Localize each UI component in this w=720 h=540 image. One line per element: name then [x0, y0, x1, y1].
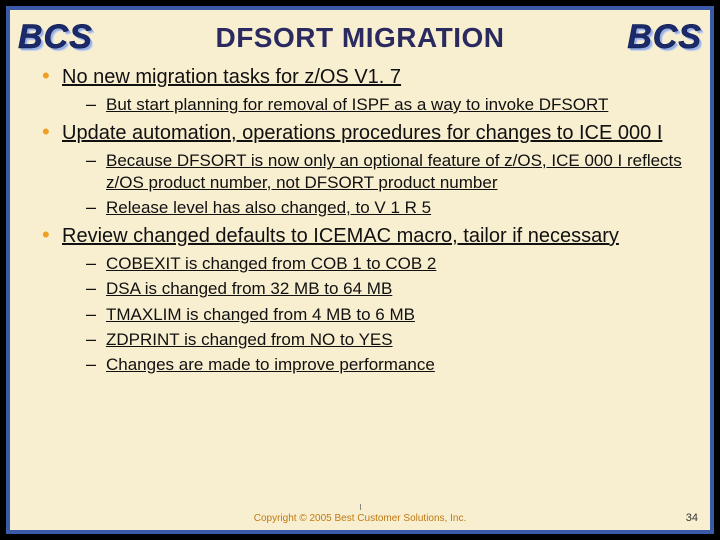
logo-right: BCS: [627, 18, 702, 57]
bullet-text: No new migration tasks for z/OS V1. 7: [62, 65, 401, 90]
bullet-item: Update automation, operations procedures…: [40, 121, 684, 218]
sub-bullet-list: But start planning for removal of ISPF a…: [84, 94, 684, 115]
slide-inner: BCS DFSORT MIGRATION BCS No new migratio…: [12, 12, 708, 528]
bullet-list: No new migration tasks for z/OS V1. 7 Bu…: [40, 65, 684, 375]
copyright-footer: Copyright © 2005 Best Customer Solutions…: [12, 513, 708, 524]
sub-bullet-item: Because DFSORT is now only an optional f…: [84, 150, 684, 193]
slide-title: DFSORT MIGRATION: [93, 22, 627, 54]
bullet-item: No new migration tasks for z/OS V1. 7 Bu…: [40, 65, 684, 115]
slide-frame: BCS DFSORT MIGRATION BCS No new migratio…: [6, 6, 714, 534]
sub-bullet-item: DSA is changed from 32 MB to 64 MB: [84, 278, 684, 299]
footer-tick: [360, 504, 361, 510]
sub-bullet-item: ZDPRINT is changed from NO to YES: [84, 329, 684, 350]
bullet-text: Update automation, operations procedures…: [62, 121, 662, 146]
sub-bullet-text: TMAXLIM is changed from 4 MB to 6 MB: [106, 304, 415, 325]
sub-bullet-text: COBEXIT is changed from COB 1 to COB 2: [106, 253, 436, 274]
sub-bullet-item: COBEXIT is changed from COB 1 to COB 2: [84, 253, 684, 274]
bullet-text: Review changed defaults to ICEMAC macro,…: [62, 224, 619, 249]
sub-bullet-item: Release level has also changed, to V 1 R…: [84, 197, 684, 218]
sub-bullet-item: But start planning for removal of ISPF a…: [84, 94, 684, 115]
sub-bullet-text: DSA is changed from 32 MB to 64 MB: [106, 278, 392, 299]
sub-bullet-text: ZDPRINT is changed from NO to YES: [106, 329, 393, 350]
content-area: No new migration tasks for z/OS V1. 7 Bu…: [12, 57, 708, 375]
sub-bullet-item: TMAXLIM is changed from 4 MB to 6 MB: [84, 304, 684, 325]
page-number: 34: [686, 512, 698, 524]
bullet-item: Review changed defaults to ICEMAC macro,…: [40, 224, 684, 375]
sub-bullet-text: But start planning for removal of ISPF a…: [106, 94, 608, 115]
sub-bullet-text: Changes are made to improve performance: [106, 354, 435, 375]
logo-left: BCS: [18, 18, 93, 57]
slide-outer: BCS DFSORT MIGRATION BCS No new migratio…: [0, 0, 720, 540]
sub-bullet-text: Release level has also changed, to V 1 R…: [106, 197, 431, 218]
sub-bullet-item: Changes are made to improve performance: [84, 354, 684, 375]
sub-bullet-text: Because DFSORT is now only an optional f…: [106, 150, 684, 193]
header: BCS DFSORT MIGRATION BCS: [12, 12, 708, 57]
sub-bullet-list: Because DFSORT is now only an optional f…: [84, 150, 684, 218]
sub-bullet-list: COBEXIT is changed from COB 1 to COB 2 D…: [84, 253, 684, 375]
